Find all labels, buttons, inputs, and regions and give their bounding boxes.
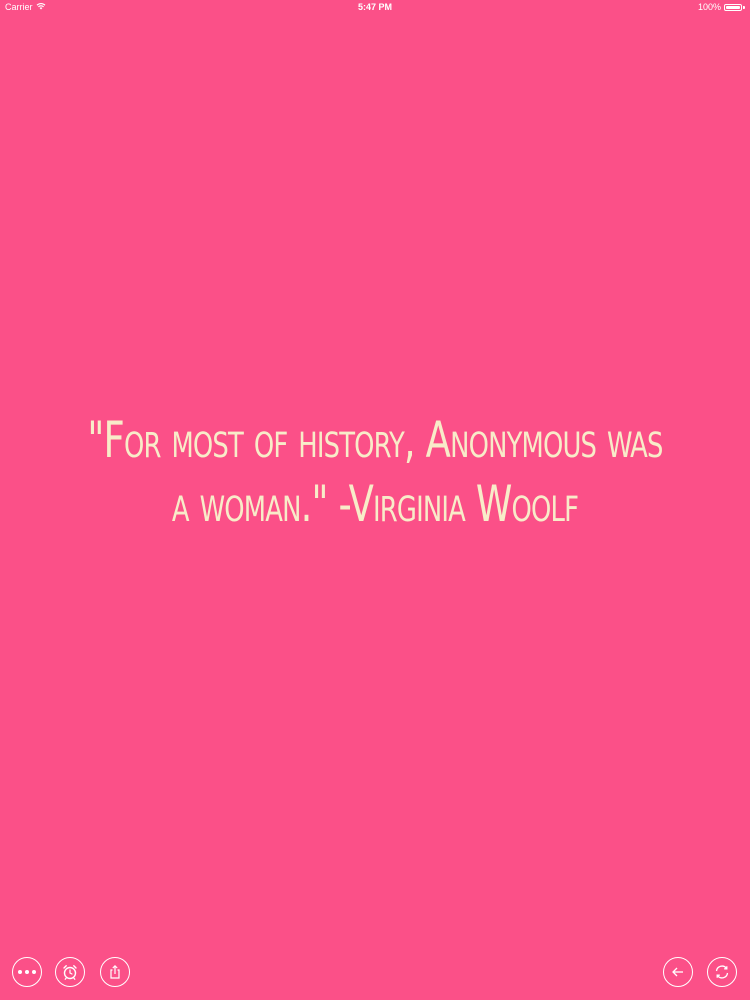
more-icon [18, 970, 36, 974]
battery-percent: 100% [697, 2, 721, 12]
refresh-button[interactable] [707, 957, 737, 987]
more-button[interactable] [12, 957, 42, 987]
battery-cap [743, 5, 745, 9]
share-icon [107, 964, 123, 980]
refresh-icon [713, 963, 731, 981]
battery-icon [724, 3, 742, 11]
battery-fill [726, 5, 740, 9]
alarm-clock-icon [61, 963, 79, 981]
status-time: 5:47 PM [357, 2, 392, 12]
back-button[interactable] [663, 957, 693, 987]
alarm-button[interactable] [55, 957, 85, 987]
status-right: 100% [698, 0, 745, 14]
back-arrow-icon [670, 964, 686, 980]
quote-text: "For most of history, Anonymous was a wo… [87, 411, 663, 533]
status-bar: Carrier 5:47 PM 100% [0, 0, 750, 14]
share-button[interactable] [100, 957, 130, 987]
